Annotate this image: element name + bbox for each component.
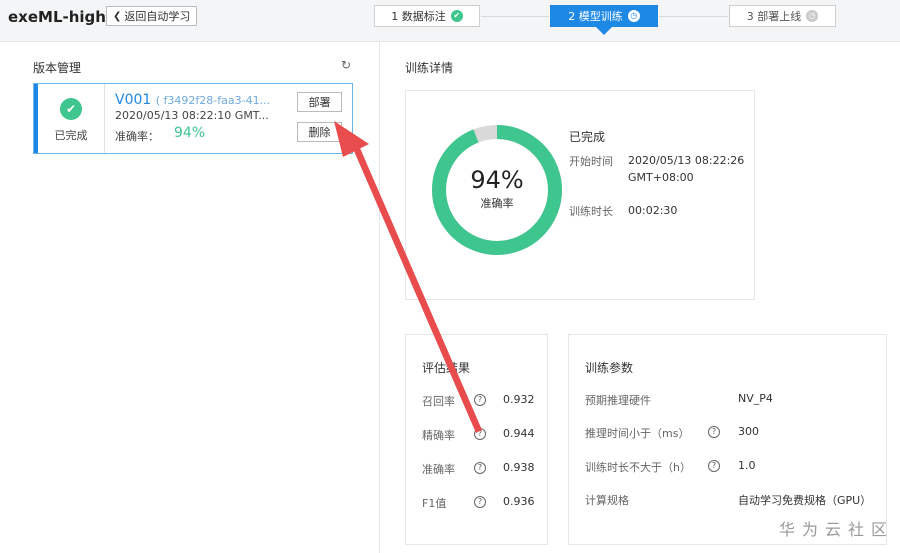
deploy-button[interactable]: 部署	[297, 92, 342, 112]
version-name[interactable]: V001 ( f3492f28-faa3-41...	[115, 92, 270, 108]
clock-icon: ◷	[806, 10, 819, 22]
version-accuracy-label: 准确率：	[115, 130, 159, 143]
evaluation-card: 评估结果 召回率 ? 0.932 精确率 ? 0.944 准确率 ? 0.938…	[405, 334, 548, 545]
active-step-pointer	[596, 27, 612, 35]
duration-value: 00:02:30	[628, 204, 678, 217]
check-circle-icon: ✔	[450, 10, 463, 22]
param-row-label: 训练时长不大于（h）	[585, 461, 691, 474]
eval-row-label: 精确率	[422, 429, 455, 442]
help-icon[interactable]: ?	[474, 496, 486, 508]
eval-row-value: 0.936	[503, 495, 535, 508]
params-title: 训练参数	[585, 361, 634, 375]
back-button-label: 返回自动学习	[124, 10, 191, 23]
clock-icon: ◷	[627, 10, 640, 22]
eval-row-label: 准确率	[422, 463, 455, 476]
training-status: 已完成	[569, 130, 606, 144]
help-icon[interactable]: ?	[474, 462, 486, 474]
check-circle-icon: ✔	[60, 98, 82, 120]
version-status: ✔ 已完成	[38, 84, 105, 153]
param-row-label: 预期推理硬件	[585, 394, 651, 407]
version-status-text: 已完成	[54, 129, 88, 142]
step-label: 2 模型训练	[568, 10, 623, 23]
version-card[interactable]: ✔ 已完成 V001 ( f3492f28-faa3-41... 2020/05…	[33, 83, 353, 154]
training-params-card: 训练参数 预期推理硬件 NV_P4 推理时间小于（ms） ? 300 训练时长不…	[568, 334, 887, 545]
param-row-value: 300	[738, 425, 759, 438]
chevron-left-icon: ❮	[113, 10, 122, 22]
donut-label: 准确率	[480, 197, 514, 210]
eval-row-label: 召回率	[422, 395, 455, 408]
top-bar: exeML-high ❮ 返回自动学习 1 数据标注 ✔ 2 模型训练 ◷ 3 …	[0, 0, 900, 42]
version-accuracy-value: 94%	[174, 125, 206, 141]
step-model-training[interactable]: 2 模型训练 ◷	[550, 5, 658, 27]
help-icon[interactable]: ?	[708, 426, 720, 438]
param-row-value: 自动学习免费规格（GPU）	[738, 494, 872, 507]
watermark: 华为云社区	[779, 520, 895, 539]
training-detail-title: 训练详情	[405, 61, 454, 75]
eval-row-value: 0.938	[503, 461, 535, 474]
eval-row-value: 0.932	[503, 393, 535, 406]
version-hash: ( f3492f28-faa3-41...	[155, 94, 271, 107]
version-id: V001	[115, 92, 152, 108]
back-to-automl-button[interactable]: ❮ 返回自动学习	[106, 6, 198, 26]
evaluation-title: 评估结果	[422, 361, 471, 375]
refresh-icon[interactable]: ↻	[341, 58, 351, 72]
step-label: 1 数据标注	[391, 10, 446, 23]
param-row-value: NV_P4	[738, 392, 773, 405]
help-icon[interactable]: ?	[708, 460, 720, 472]
param-row-label: 计算规格	[585, 494, 629, 507]
step-label: 3 部署上线	[746, 10, 802, 23]
step-deploy[interactable]: 3 部署上线 ◷	[729, 5, 836, 27]
version-panel: 版本管理 ↻ ✔ 已完成 V001 ( f3492f28-faa3-41... …	[0, 42, 380, 553]
param-row-label: 推理时间小于（ms）	[585, 427, 690, 440]
help-icon[interactable]: ?	[474, 428, 486, 440]
start-time-label: 开始时间	[569, 155, 613, 168]
version-time: 2020/05/13 08:22:10 GMT...	[115, 109, 269, 122]
training-detail-card: 94% 准确率 已完成 开始时间 2020/05/13 08:22:26 GMT…	[405, 90, 755, 300]
step-data-labeling[interactable]: 1 数据标注 ✔	[374, 5, 480, 27]
eval-row-label: F1值	[422, 497, 447, 510]
step-connector	[659, 16, 728, 17]
version-panel-title: 版本管理	[33, 61, 82, 75]
step-connector	[481, 16, 549, 17]
app-title: exeML-high	[8, 8, 106, 26]
start-time-value: 2020/05/13 08:22:26 GMT+08:00	[628, 154, 745, 184]
eval-row-value: 0.944	[503, 427, 535, 440]
duration-label: 训练时长	[569, 205, 613, 218]
delete-button[interactable]: 删除	[297, 122, 342, 142]
donut-percent: 94%	[470, 166, 524, 194]
help-icon[interactable]: ?	[474, 394, 486, 406]
param-row-value: 1.0	[738, 459, 756, 472]
